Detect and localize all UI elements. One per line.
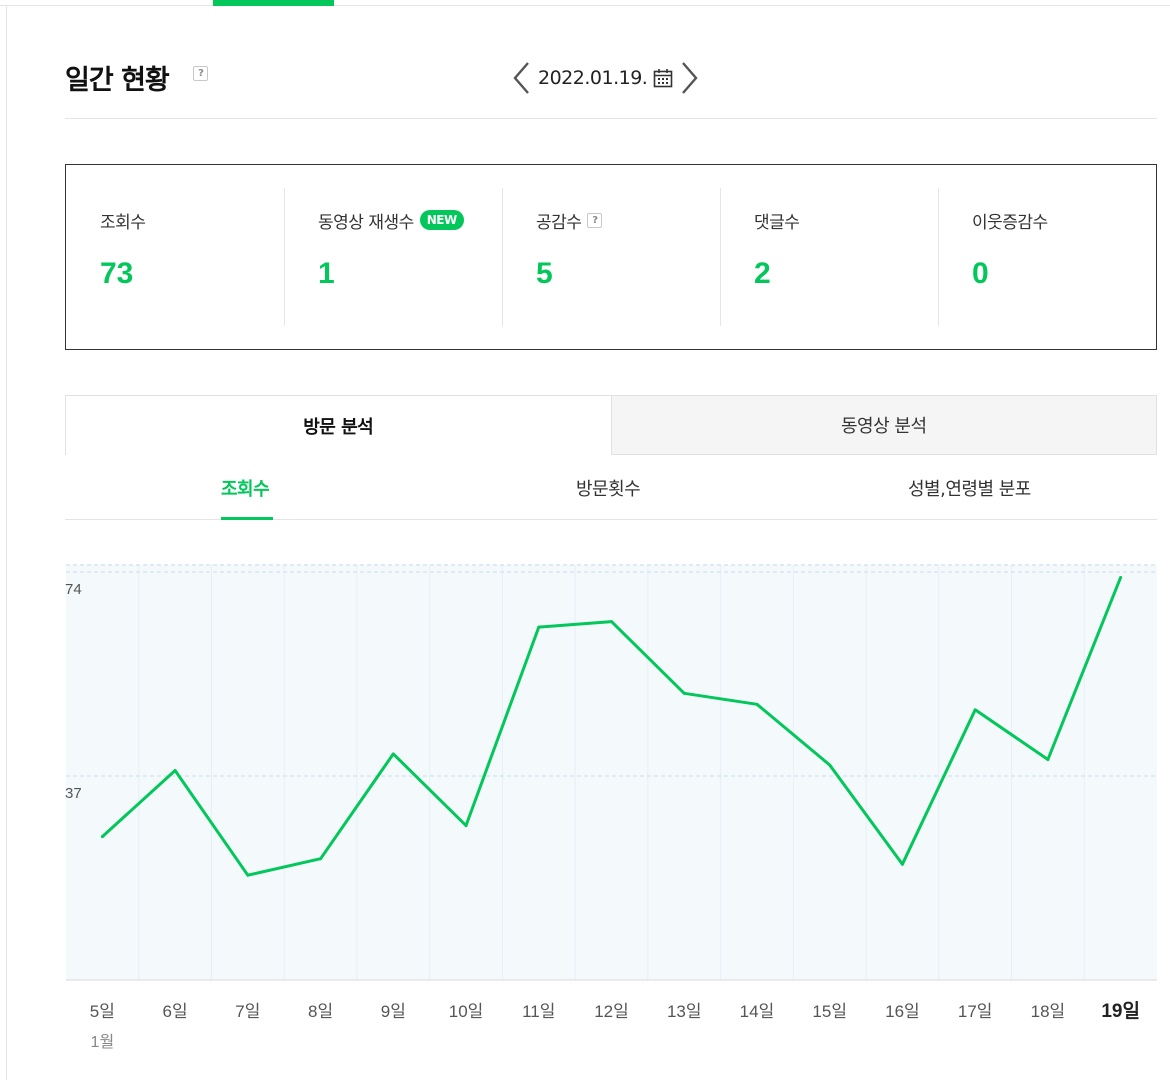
stat-label: 조회수 — [100, 207, 284, 233]
views-data-point — [246, 873, 250, 877]
stat-value: 1 — [318, 257, 335, 290]
x-tick-label: 19일 — [1101, 1000, 1140, 1022]
views-data-point — [1119, 576, 1123, 580]
stat-label: 공감수 ? — [536, 207, 720, 233]
stat-video-plays: 동영상 재생수 NEW 1 — [284, 165, 502, 349]
views-data-point — [828, 763, 832, 767]
x-tick-label: 13일 — [667, 1002, 702, 1021]
tab-visit-analysis[interactable]: 방문 분석 — [65, 395, 611, 455]
subtab-gender-age[interactable]: 성별,연령별 분포 — [908, 475, 1031, 501]
stat-value: 73 — [100, 257, 134, 290]
views-data-point — [319, 857, 323, 861]
x-tick-label: 15일 — [812, 1002, 847, 1021]
views-data-point — [682, 691, 686, 695]
subtab-visit-count[interactable]: 방문횟수 — [576, 475, 641, 501]
subtab-active-indicator — [221, 517, 273, 520]
date-navigator: 2022.01.19. — [510, 60, 701, 96]
views-data-point — [173, 768, 177, 772]
x-tick-label: 16일 — [885, 1002, 920, 1021]
page-title: 일간 현황 ? — [65, 58, 208, 97]
new-badge: NEW — [419, 210, 464, 230]
x-tick-label: 9일 — [381, 1002, 406, 1021]
stat-label: 댓글수 — [754, 207, 938, 233]
chart-plot-area — [66, 565, 1157, 980]
views-data-point — [100, 835, 104, 839]
stat-comments: 댓글수 2 — [720, 165, 938, 349]
x-tick-label: 8일 — [308, 1002, 333, 1021]
subtab-views[interactable]: 조회수 — [221, 475, 270, 501]
stat-value: 2 — [754, 257, 771, 290]
views-data-point — [610, 620, 613, 624]
stats-summary: 조회수 73 동영상 재생수 NEW 1 공감수 ? 5 댓글수 2 이웃증감수… — [65, 164, 1157, 350]
analysis-tabs: 방문 분석 동영상 분석 — [65, 395, 1157, 455]
stat-label: 동영상 재생수 NEW — [318, 207, 502, 233]
x-month-label: 1월 — [91, 1033, 115, 1051]
help-icon[interactable]: ? — [193, 66, 208, 81]
stat-value: 5 — [536, 257, 553, 290]
metric-subtabs: 조회수 방문횟수 성별,연령별 분포 — [65, 455, 1157, 520]
x-tick-label: 14일 — [740, 1002, 775, 1021]
stat-label-text: 동영상 재생수 — [318, 212, 414, 233]
stat-value: 0 — [972, 257, 989, 290]
chevron-right-icon[interactable] — [677, 60, 701, 96]
top-tab-indicator — [213, 0, 334, 6]
stat-label-text: 이웃증감수 — [972, 212, 1048, 233]
views-data-point — [900, 862, 904, 866]
views-line-chart: 74 37 5일 6일 7일 8일 9일 10일 11일 12일 13일 14일 15일 16일 17일 18… — [65, 564, 1157, 1051]
stat-likes: 공감수 ? 5 — [502, 165, 720, 349]
help-icon[interactable]: ? — [587, 212, 603, 228]
calendar-icon[interactable] — [653, 68, 673, 88]
views-data-point — [537, 625, 541, 629]
page-title-text: 일간 현황 — [65, 65, 170, 96]
stat-label-text: 댓글수 — [754, 212, 800, 233]
views-data-point — [1046, 757, 1050, 761]
x-tick-label: 11일 — [522, 1002, 555, 1021]
x-tick-label: 7일 — [235, 1002, 260, 1021]
tab-video-analysis[interactable]: 동영상 분석 — [610, 395, 1157, 455]
x-tick-label: 10일 — [449, 1002, 484, 1021]
stat-views: 조회수 73 — [66, 165, 284, 349]
x-tick-label: 6일 — [163, 1002, 188, 1021]
x-tick-label: 12일 — [594, 1002, 629, 1021]
stat-label-text: 조회수 — [100, 212, 146, 233]
page-header: 일간 현황 ? 2022.01.19. — [65, 48, 1157, 119]
views-data-point — [464, 824, 468, 828]
chevron-left-icon[interactable] — [510, 60, 534, 96]
stat-label: 이웃증감수 — [972, 207, 1156, 233]
stat-label-text: 공감수 — [536, 212, 582, 233]
current-date[interactable]: 2022.01.19. — [538, 67, 648, 89]
x-tick-label: 17일 — [958, 1002, 993, 1021]
x-tick-label: 5일 — [90, 1002, 115, 1021]
stat-neighbors-change: 이웃증감수 0 — [938, 165, 1156, 349]
top-divider — [0, 5, 1170, 6]
views-data-point — [391, 752, 395, 756]
y-tick-label: 37 — [65, 785, 82, 802]
y-tick-label: 74 — [65, 581, 82, 598]
views-data-point — [973, 708, 977, 712]
views-data-point — [755, 702, 759, 706]
x-tick-label: 18일 — [1031, 1002, 1066, 1021]
